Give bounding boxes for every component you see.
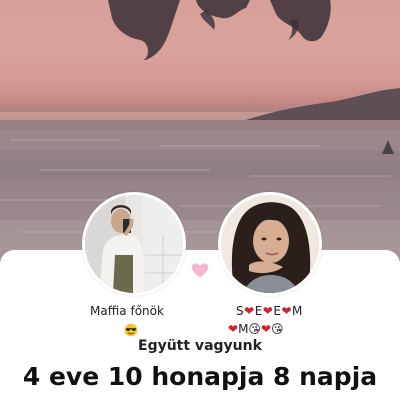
days-together-counter: 4 eve 10 honapja 8 napja [22,362,378,391]
partner-left-name[interactable]: Maffia főnök [90,304,164,318]
sunset-sea-image [0,0,400,290]
love-counter-screen: Maffia főnök S❤E❤E❤M ❤M😘❤😘 Együtt vagyun… [0,0,400,400]
sunglasses-face-icon [124,323,138,337]
avatar-right[interactable] [218,192,322,296]
avatar-left[interactable] [82,192,186,296]
partner-right-name-line1[interactable]: S❤E❤E❤M [236,304,303,318]
relationship-status-label: Együtt vagyunk [138,338,262,354]
cover-photo[interactable] [0,0,400,290]
person-portrait-icon [221,195,319,293]
person-mirror-selfie-icon [85,195,183,293]
pink-heart-icon [191,263,209,278]
partner-right-name-line2[interactable]: ❤M😘❤😘 [228,322,284,336]
